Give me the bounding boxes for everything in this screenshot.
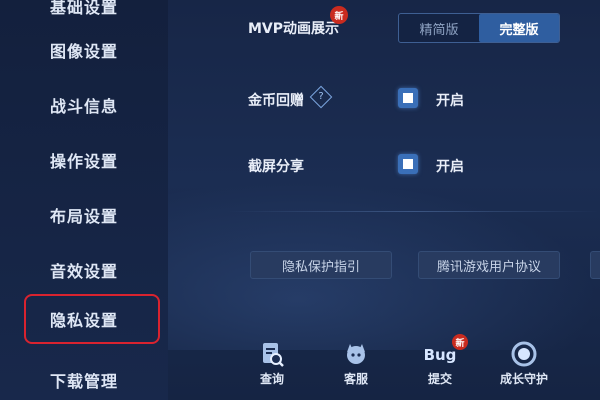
mvp-option-simple[interactable]: 精简版	[399, 14, 479, 42]
query-label: 查询	[259, 372, 284, 386]
privacy-guide-button[interactable]: 隐私保护指引	[250, 251, 392, 279]
mvp-option-full[interactable]: 完整版	[479, 14, 559, 42]
sidebar-item-battle-info[interactable]: 战斗信息	[0, 85, 168, 125]
bug-text-icon: Bug	[423, 346, 457, 364]
check-mark	[403, 93, 413, 103]
mvp-animation-label: MVP动画展示	[248, 21, 340, 37]
growth-guardian-label: 成长守护	[499, 372, 548, 386]
coin-gift-checkbox[interactable]	[398, 88, 418, 108]
sidebar-item-label: 布局设置	[49, 207, 118, 226]
more-link-button-cut[interactable]	[590, 251, 600, 279]
shield-ring-icon	[511, 341, 537, 367]
bug-report-label: 提交	[427, 372, 452, 386]
sidebar-item-label: 音效设置	[49, 262, 118, 281]
sidebar-item-basic-settings[interactable]: 基础设置	[0, 0, 168, 26]
customer-service-label: 客服	[343, 372, 368, 386]
sidebar-item-layout-settings[interactable]: 布局设置	[0, 195, 168, 235]
document-search-icon	[263, 343, 284, 367]
screenshot-share-checkbox[interactable]	[398, 154, 418, 174]
sidebar-item-label: 战斗信息	[49, 97, 118, 116]
coin-gift-value: 开启	[436, 93, 464, 109]
sidebar-item-label: 下载管理	[49, 372, 118, 391]
sidebar-highlight-box	[24, 294, 160, 344]
sidebar-item-control-settings[interactable]: 操作设置	[0, 140, 168, 180]
query-button[interactable]: 查询	[242, 340, 302, 396]
sidebar-item-image-settings[interactable]: 图像设置	[0, 30, 168, 70]
check-mark	[403, 159, 413, 169]
coin-gift-label: 金币回赠	[248, 93, 304, 109]
headset-icon	[347, 344, 365, 364]
sidebar-item-label: 基础设置	[49, 0, 118, 17]
section-divider	[228, 211, 600, 212]
sidebar-item-label: 操作设置	[49, 152, 118, 171]
screenshot-share-label: 截屏分享	[248, 159, 304, 175]
screenshot-share-value: 开启	[436, 159, 464, 175]
mvp-mode-segmented-control: 精简版 完整版	[398, 13, 560, 43]
question-icon[interactable]: ?	[309, 85, 333, 109]
customer-service-button[interactable]: 客服	[326, 340, 386, 396]
user-agreement-button[interactable]: 腾讯游戏用户协议	[418, 251, 560, 279]
bug-report-button[interactable]: Bug 新 提交	[410, 334, 470, 396]
sidebar: 基础设置 图像设置 战斗信息 操作设置 布局设置 音效设置 隐私设置 下载管理	[0, 0, 168, 400]
new-badge: 新	[452, 334, 468, 350]
sidebar-item-download-manager[interactable]: 下载管理	[0, 360, 168, 400]
sidebar-item-sound-settings[interactable]: 音效设置	[0, 250, 168, 290]
growth-guardian-button[interactable]: 成长守护	[494, 340, 554, 396]
sidebar-item-label: 图像设置	[49, 42, 118, 61]
new-badge: 新	[330, 6, 348, 24]
